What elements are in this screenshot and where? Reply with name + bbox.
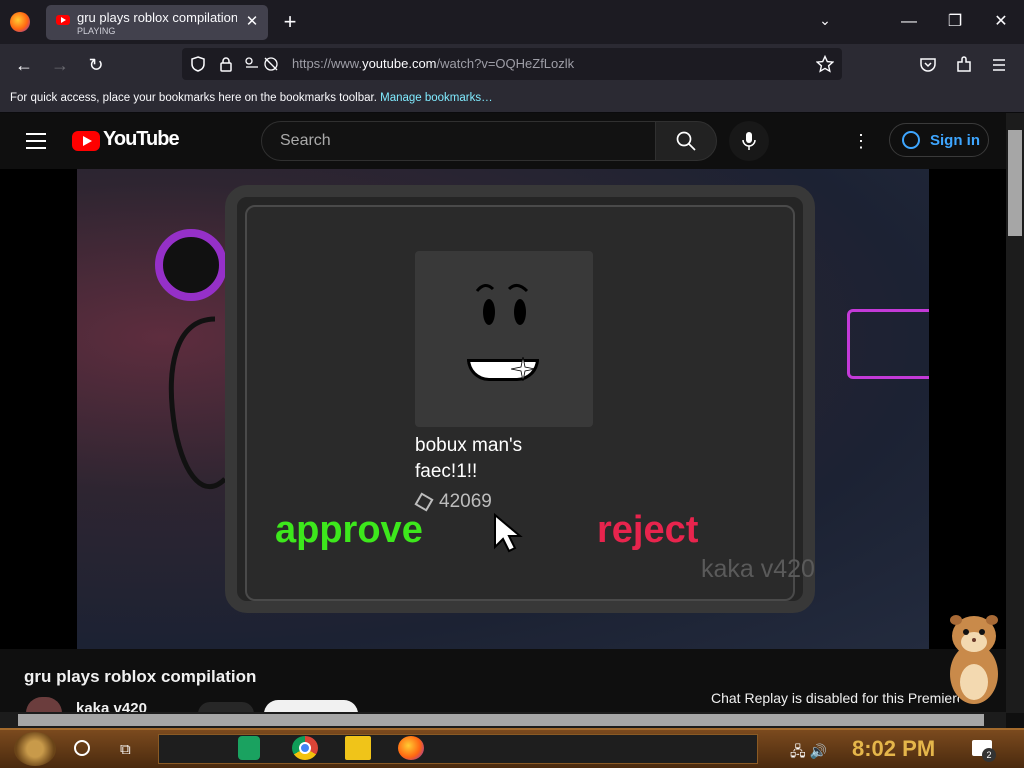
notification-count-badge: 2 xyxy=(982,748,996,762)
youtube-favicon-icon xyxy=(56,15,70,25)
mouse-cursor-icon xyxy=(494,513,523,553)
minimize-button[interactable]: — xyxy=(886,8,932,36)
clock[interactable]: 8:02 PM xyxy=(852,736,935,762)
url-text[interactable]: https://www.youtube.com/watch?v=OQHeZfLo… xyxy=(292,56,574,71)
firefox-taskbar-icon[interactable] xyxy=(398,736,424,760)
settings-kebab-icon[interactable]: ⋮ xyxy=(851,131,871,151)
youtube-logo-text[interactable]: YouTube xyxy=(103,128,180,151)
bookmarks-hint: For quick access, place your bookmarks h… xyxy=(10,92,493,104)
neon-ring xyxy=(155,229,227,301)
search-icon xyxy=(676,131,696,151)
start-button[interactable] xyxy=(14,732,56,766)
youtube-logo-icon[interactable] xyxy=(72,131,100,151)
hamburger-menu-icon[interactable] xyxy=(991,57,1007,73)
browser-navigation-bar: ← → ↻ https://www.youtube.com/watch?v=OQ… xyxy=(0,44,1024,86)
video-title: gru plays roblox compilation xyxy=(24,667,257,686)
item-price: 42069 xyxy=(439,491,492,512)
browser-tab[interactable]: gru plays roblox compilation - YouTube P… xyxy=(46,5,268,40)
guide-menu-icon[interactable] xyxy=(26,133,46,149)
chrome-icon[interactable] xyxy=(292,736,318,760)
back-button[interactable]: ← xyxy=(12,53,36,77)
firefox-icon[interactable] xyxy=(10,12,30,32)
manage-bookmarks-link[interactable]: Manage bookmarks… xyxy=(380,92,493,104)
new-tab-button[interactable]: + xyxy=(280,10,300,34)
watermark: kaka v420 xyxy=(701,555,815,583)
bookmarks-toolbar: For quick access, place your bookmarks h… xyxy=(0,86,1024,113)
youtube-header: YouTube ⋮ Sign in xyxy=(0,113,1006,169)
shield-icon[interactable] xyxy=(190,56,206,72)
forward-button[interactable]: → xyxy=(48,53,72,77)
channel-avatar[interactable] xyxy=(26,697,62,713)
system-tray-icons[interactable]: 🖧 🔊 xyxy=(790,741,827,765)
search-input[interactable] xyxy=(278,131,642,151)
close-tab-icon[interactable]: ✕ xyxy=(242,12,262,32)
chat-replay-notice: Chat Replay is disabled for this Premier… xyxy=(711,690,959,706)
account-icon xyxy=(902,131,920,149)
pocket-icon[interactable] xyxy=(919,56,937,74)
sign-in-label: Sign in xyxy=(930,132,980,149)
search-box[interactable] xyxy=(261,121,657,161)
voice-search-button[interactable] xyxy=(729,121,769,161)
restore-button[interactable]: ❐ xyxy=(932,8,978,36)
item-name: bobux man's faec!1!! xyxy=(415,433,522,485)
url-path: /watch?v=OQHeZfLozlk xyxy=(436,56,575,71)
address-bar[interactable]: https://www.youtube.com/watch?v=OQHeZfLo… xyxy=(182,48,842,80)
permissions-icon[interactable] xyxy=(244,56,280,72)
sign-in-button[interactable]: Sign in xyxy=(889,123,989,157)
browser-tab-bar: gru plays roblox compilation - YouTube P… xyxy=(0,0,1024,44)
file-explorer-icon[interactable] xyxy=(345,736,371,760)
sheets-icon[interactable] xyxy=(238,736,260,760)
extensions-icon[interactable] xyxy=(955,56,973,74)
sparkle-icon xyxy=(511,357,535,381)
bookmarks-hint-text: For quick access, place your bookmarks h… xyxy=(10,92,377,104)
url-domain: youtube.com xyxy=(362,56,437,71)
search-button[interactable] xyxy=(655,121,717,161)
item-name-line2: faec!1!! xyxy=(415,461,478,482)
reject-text: reject xyxy=(597,509,699,551)
star-icon[interactable] xyxy=(816,55,834,73)
video-player[interactable]: bobux man's faec!1!! 42069 approve reject… xyxy=(0,169,1006,649)
hamster-sticker xyxy=(950,615,998,704)
microphone-icon xyxy=(742,132,756,150)
cortana-search-icon[interactable] xyxy=(74,740,90,756)
face-eye-left xyxy=(483,299,495,325)
vertical-scroll-thumb[interactable] xyxy=(1008,130,1022,236)
windows-taskbar: ⧉ 🖧 🔊 8:02 PM 2 xyxy=(0,728,1024,768)
video-frame: bobux man's faec!1!! 42069 approve reject… xyxy=(77,169,929,649)
item-name-line1: bobux man's xyxy=(415,435,523,456)
roblox-face-thumbnail xyxy=(415,251,593,427)
face-eye-right xyxy=(514,299,526,325)
task-view-icon[interactable]: ⧉ xyxy=(120,741,131,758)
eyebrows xyxy=(475,284,529,293)
tab-title: gru plays roblox compilation - YouTube xyxy=(77,10,237,25)
neon-sign xyxy=(847,309,929,379)
tab-playing-label: PLAYING xyxy=(77,26,116,36)
chevron-down-icon[interactable]: ⌄ xyxy=(814,12,836,32)
horizontal-scroll-thumb[interactable] xyxy=(18,714,984,726)
reload-button[interactable]: ↻ xyxy=(84,53,108,77)
lock-icon[interactable] xyxy=(218,56,234,72)
url-prefix: https://www. xyxy=(292,56,363,71)
close-window-button[interactable]: ✕ xyxy=(978,8,1024,36)
approve-text: approve xyxy=(275,509,423,551)
